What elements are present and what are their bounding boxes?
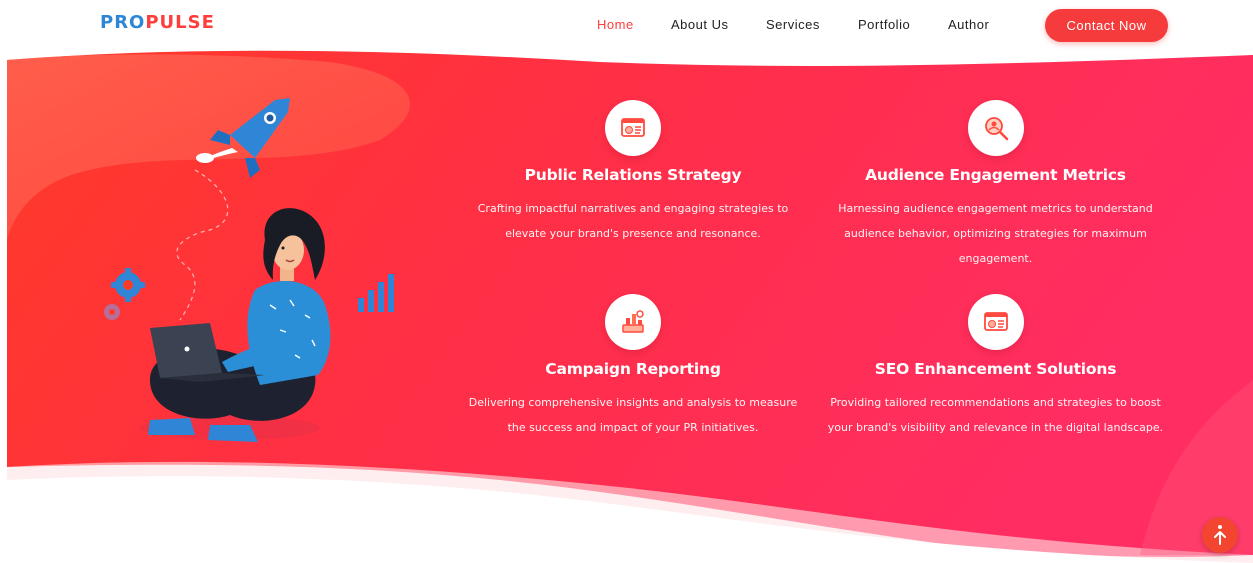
service-description: Delivering comprehensive insights and an… bbox=[468, 396, 798, 434]
service-card-engagement-metrics: Audience Engagement Metrics Harnessing a… bbox=[818, 100, 1173, 270]
contact-now-button[interactable]: Contact Now bbox=[1045, 9, 1168, 42]
gear-icon bbox=[111, 268, 145, 302]
bar-chart-icon bbox=[358, 274, 394, 312]
engagement-metrics-icon bbox=[985, 117, 1009, 141]
nav-portfolio[interactable]: Portfolio bbox=[858, 17, 910, 32]
pr-strategy-icon bbox=[621, 118, 645, 137]
service-description: Harnessing audience engagement metrics t… bbox=[838, 202, 1153, 265]
nav-home[interactable]: Home bbox=[597, 17, 634, 32]
logo-part-pro: PRO bbox=[100, 12, 146, 33]
service-icon-wrapper bbox=[605, 294, 661, 350]
nav-services[interactable]: Services bbox=[766, 17, 820, 32]
brand-logo[interactable]: PROPULSE bbox=[100, 12, 215, 33]
site-header: PROPULSE Home About Us Services Portfoli… bbox=[0, 0, 1253, 50]
arrow-up-icon bbox=[1214, 525, 1226, 545]
service-description: Providing tailored recommendations and s… bbox=[827, 396, 1164, 434]
logo-part-pulse: PULSE bbox=[145, 12, 215, 33]
hero-illustration bbox=[104, 98, 394, 442]
service-card-pr-strategy: Public Relations Strategy Crafting impac… bbox=[458, 100, 808, 250]
rocket-icon bbox=[196, 98, 290, 178]
service-title: SEO Enhancement Solutions bbox=[874, 360, 1117, 378]
service-description: Crafting impactful narratives and engagi… bbox=[477, 202, 789, 240]
service-card-campaign-reporting: Campaign Reporting Delivering comprehens… bbox=[458, 294, 808, 444]
service-icon-wrapper bbox=[968, 100, 1024, 156]
service-icon-wrapper bbox=[605, 100, 661, 156]
service-card-seo-enhancement: SEO Enhancement Solutions Providing tail… bbox=[818, 294, 1173, 464]
small-gear-icon bbox=[104, 304, 120, 320]
scroll-to-top-button[interactable] bbox=[1202, 517, 1238, 553]
service-title: Campaign Reporting bbox=[545, 360, 721, 378]
nav-author[interactable]: Author bbox=[948, 17, 989, 32]
service-title: Audience Engagement Metrics bbox=[865, 166, 1126, 184]
seo-icon bbox=[984, 312, 1008, 331]
service-title: Public Relations Strategy bbox=[524, 166, 742, 184]
campaign-report-icon bbox=[622, 310, 644, 333]
service-icon-wrapper bbox=[968, 294, 1024, 350]
nav-about-us[interactable]: About Us bbox=[671, 17, 728, 32]
